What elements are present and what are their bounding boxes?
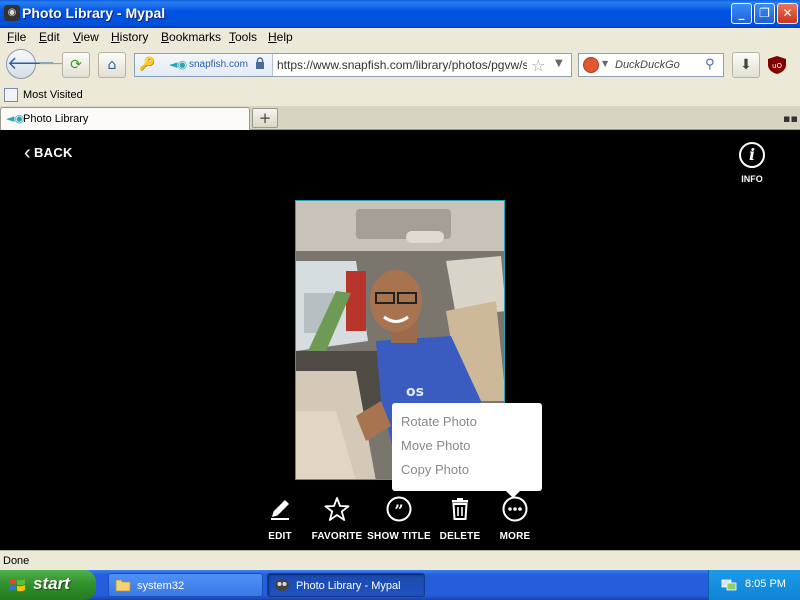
window-titlebar[interactable]: ◉ Photo Library - Mypal _ ❐ ✕ [0, 0, 800, 28]
duckduckgo-icon[interactable] [583, 57, 599, 73]
menu-history[interactable]: History [111, 30, 148, 44]
info-icon: i [739, 142, 765, 168]
taskbar-item-label: system32 [137, 580, 185, 592]
favorite-label: FAVORITE [311, 531, 363, 542]
menu-help[interactable]: Help [268, 30, 293, 44]
more-button[interactable]: MORE [480, 496, 550, 542]
bookmark-star-icon[interactable]: ☆ [531, 56, 545, 75]
back-arrow-icon[interactable]: 🡐 [6, 49, 55, 79]
quote-icon: ” [386, 496, 412, 522]
folder-icon [115, 579, 131, 592]
mypal-app-icon: ◉ [4, 5, 20, 21]
home-icon[interactable]: ⌂ [98, 52, 126, 78]
taskbar-item-label: Photo Library - Mypal [296, 580, 401, 592]
svg-text:”: ” [394, 501, 403, 520]
menu-tools[interactable]: Tools [229, 30, 257, 44]
info-label: INFO [741, 174, 763, 184]
downloads-icon[interactable]: ⬇ [732, 52, 760, 78]
menu-item-rotate-photo[interactable]: Rotate Photo [401, 414, 477, 429]
trash-icon [452, 498, 468, 520]
taskbar-item-photo-library[interactable]: Photo Library - Mypal [267, 573, 425, 597]
key-icon: 🔑 [139, 57, 156, 72]
status-text: Done [3, 555, 30, 567]
search-engine-dropdown-icon[interactable]: ▼ [602, 59, 608, 68]
svg-text:uO: uO [772, 62, 782, 70]
reload-icon[interactable]: ⟳ [62, 52, 90, 78]
show-title-label: SHOW TITLE [367, 531, 431, 542]
pencil-icon [271, 500, 289, 520]
close-button[interactable]: ✕ [777, 3, 798, 24]
show-title-button[interactable]: ” SHOW TITLE [364, 496, 434, 542]
url-bar[interactable]: 🔑 ◄◉ snapfish.com https://www.snapfish.c… [134, 53, 572, 77]
clock[interactable]: 8:05 PM [745, 578, 786, 590]
menu-bar: File Edit View History Bookmarks Tools H… [0, 28, 800, 46]
new-tab-button[interactable]: + [252, 108, 278, 128]
search-icon[interactable]: ⚲ [705, 57, 715, 72]
mypal-icon [275, 579, 289, 591]
system-tray: 8:05 PM [708, 570, 800, 600]
tab-photo-library[interactable]: ◄◉ Photo Library [0, 107, 250, 130]
chevron-left-icon: ‹ [24, 142, 31, 164]
menu-item-move-photo[interactable]: Move Photo [401, 438, 470, 453]
photo-viewer: ‹ BACK i INFO os Rotate Photo Move Photo… [0, 130, 800, 550]
search-bar[interactable]: ▼ DuckDuckGo ⚲ [578, 53, 724, 77]
taskbar-item-system32[interactable]: system32 [108, 573, 263, 597]
bookmarks-toolbar: Most Visited [0, 84, 800, 106]
more-label: MORE [499, 531, 531, 542]
url-dropdown-icon[interactable]: ▼ [555, 58, 563, 69]
back-button[interactable]: ‹ BACK [24, 140, 73, 164]
info-button[interactable]: i INFO [736, 142, 768, 184]
snapfish-tab-favicon: ◄◉ [6, 112, 25, 125]
lock-icon [256, 57, 264, 69]
back-label: BACK [33, 145, 73, 160]
start-label: start [33, 574, 70, 593]
most-visited-icon [4, 88, 18, 102]
tab-label: Photo Library [23, 113, 89, 125]
menu-edit[interactable]: Edit [39, 30, 60, 44]
most-visited-link[interactable]: Most Visited [23, 89, 83, 101]
svg-text:os: os [406, 384, 424, 400]
maximize-button[interactable]: ❐ [754, 3, 775, 24]
minimize-button[interactable]: _ [731, 3, 752, 24]
ublock-icon[interactable]: uO [766, 55, 788, 75]
start-button[interactable]: start [0, 570, 96, 600]
search-placeholder[interactable]: DuckDuckGo [615, 59, 680, 71]
site-identity-block[interactable]: 🔑 ◄◉ snapfish.com [135, 54, 273, 76]
menu-view[interactable]: View [73, 30, 99, 44]
ellipsis-icon [502, 496, 528, 522]
favorite-button[interactable]: FAVORITE [302, 496, 372, 542]
windows-taskbar: start system32 Photo Library - Mypal 8:0… [0, 570, 800, 600]
menu-bookmarks[interactable]: Bookmarks [161, 30, 221, 44]
status-bar: Done [0, 550, 800, 570]
windows-flag-icon [9, 578, 25, 592]
menu-file[interactable]: File [7, 30, 26, 44]
menu-item-copy-photo[interactable]: Copy Photo [401, 462, 469, 477]
network-icon[interactable] [721, 578, 737, 592]
url-text[interactable]: https://www.snapfish.com/library/photos/… [277, 58, 527, 72]
site-domain: snapfish.com [189, 59, 248, 70]
snapfish-favicon: ◄◉ [169, 58, 188, 71]
window-title: Photo Library - Mypal [22, 5, 166, 21]
tab-list-icon[interactable]: ▪▪ [783, 112, 798, 125]
star-icon [324, 497, 350, 521]
more-options-menu: Rotate Photo Move Photo Copy Photo [392, 403, 542, 498]
